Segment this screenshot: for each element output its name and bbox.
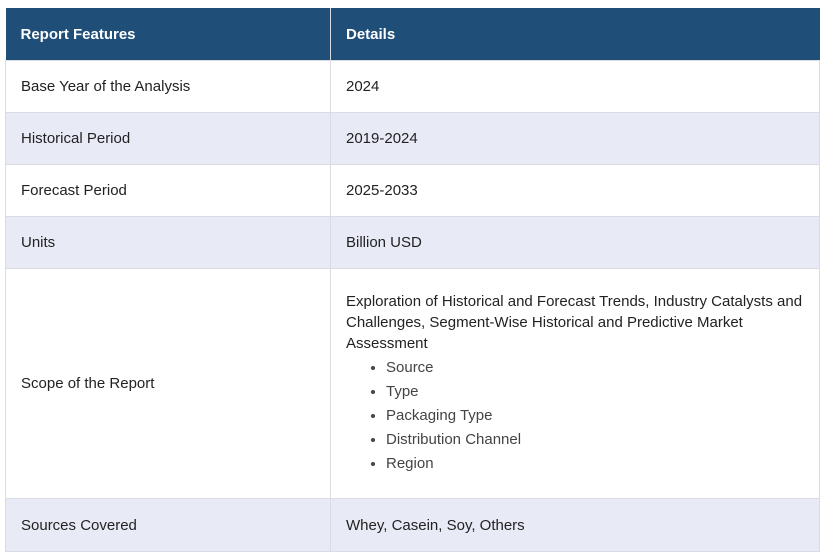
detail-cell: 2025-2033 xyxy=(330,164,820,217)
table-row: Forecast Period 2025-2033 xyxy=(5,164,820,217)
header-details: Details xyxy=(330,8,820,61)
scope-bullet-item: Type xyxy=(386,380,819,404)
detail-cell-scope: Exploration of Historical and Forecast T… xyxy=(330,268,820,499)
header-report-features: Report Features xyxy=(5,8,331,61)
detail-cell: 2019-2024 xyxy=(330,112,820,165)
feature-cell: Sources Covered xyxy=(5,498,331,552)
detail-cell: Whey, Casein, Soy, Others xyxy=(330,498,820,552)
table-row: Base Year of the Analysis 2024 xyxy=(5,60,820,113)
table-row: Sources Covered Whey, Casein, Soy, Other… xyxy=(5,498,820,552)
scope-description: Exploration of Historical and Forecast T… xyxy=(346,293,803,352)
detail-cell: 2024 xyxy=(330,60,820,113)
feature-cell: Historical Period xyxy=(5,112,331,165)
report-features-table: Report Features Details Base Year of the… xyxy=(5,8,820,552)
scope-bullet-item: Distribution Channel xyxy=(386,428,819,452)
feature-cell: Forecast Period xyxy=(5,164,331,217)
scope-bullet-list: Source Type Packaging Type Distribution … xyxy=(346,356,819,476)
feature-cell: Scope of the Report xyxy=(5,268,331,499)
feature-cell: Units xyxy=(5,216,331,269)
scope-bullet-item: Region xyxy=(386,452,819,476)
report-table-container: Report Features Details Base Year of the… xyxy=(0,0,828,553)
scope-bullet-item: Packaging Type xyxy=(386,404,819,428)
scope-bullet-item: Source xyxy=(386,356,819,380)
table-row: Units Billion USD xyxy=(5,216,820,269)
feature-cell: Base Year of the Analysis xyxy=(5,60,331,113)
detail-cell: Billion USD xyxy=(330,216,820,269)
table-row: Historical Period 2019-2024 xyxy=(5,112,820,165)
table-row-scope: Scope of the Report Exploration of Histo… xyxy=(5,268,820,499)
table-header-row: Report Features Details xyxy=(5,8,820,61)
